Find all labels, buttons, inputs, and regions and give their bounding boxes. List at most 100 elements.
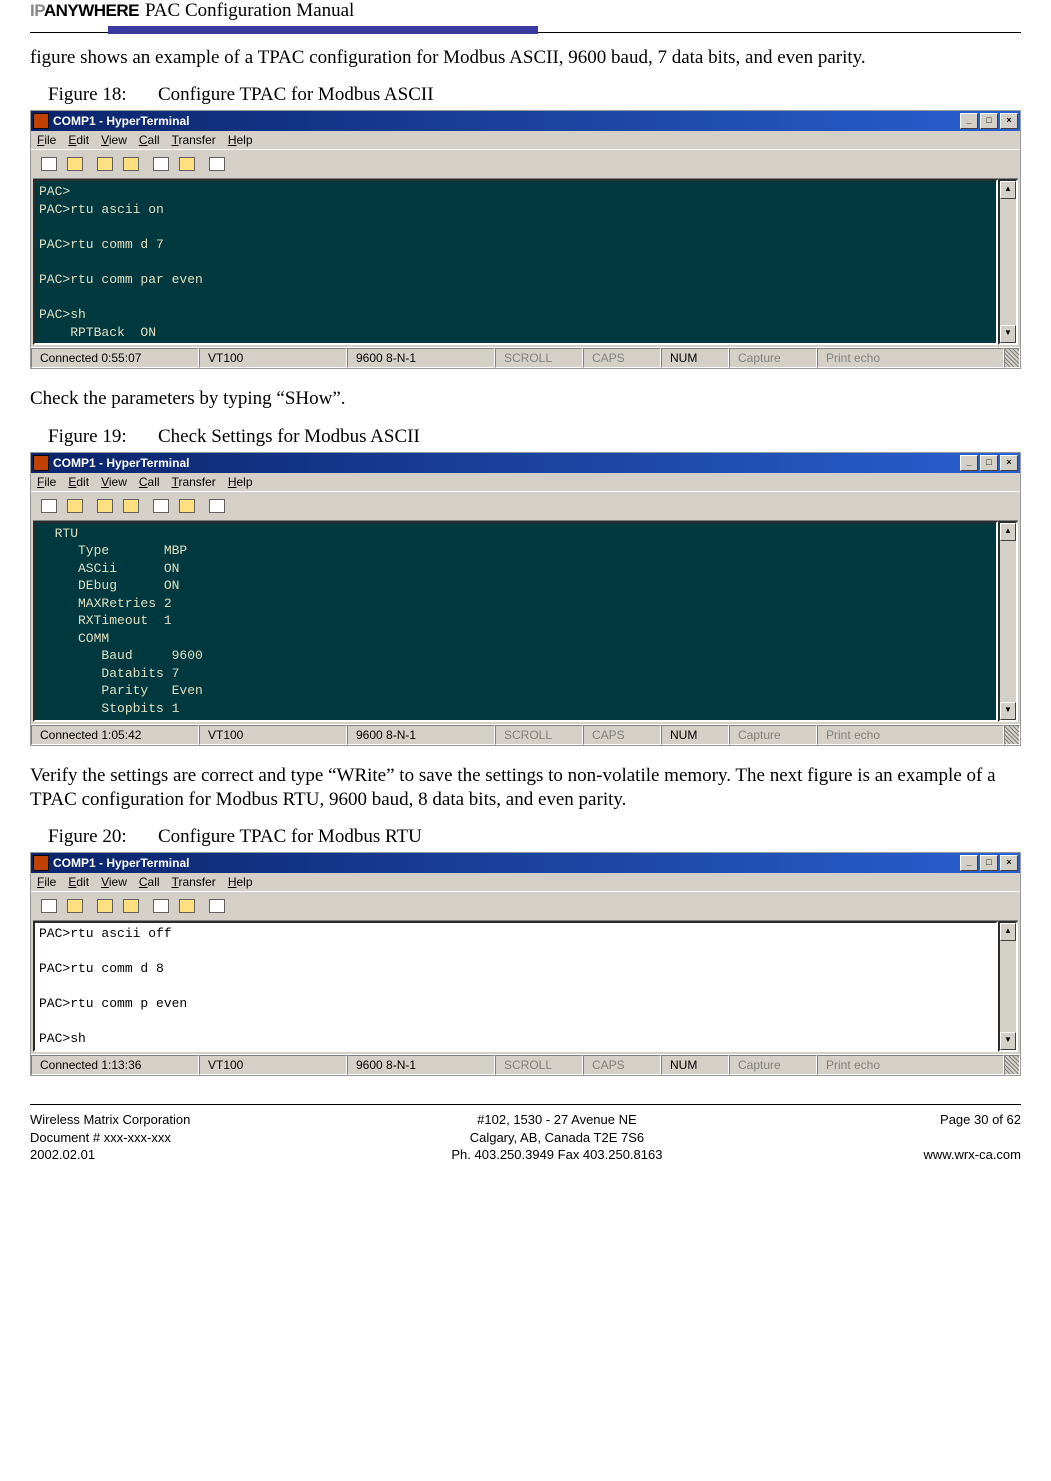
figure-caption-20: Figure 20:Configure TPAC for Modbus RTU [48, 826, 1021, 848]
scrollbar-vertical[interactable]: ▲ ▼ [998, 521, 1018, 722]
menu-transfer[interactable]: Transfer [172, 475, 216, 489]
status-serial: 9600 8-N-1 [347, 725, 495, 745]
toolbar-disconnect-icon[interactable] [119, 495, 143, 517]
app-icon [33, 855, 49, 871]
resize-grip-icon[interactable] [1004, 725, 1020, 745]
menu-help[interactable]: Help [228, 875, 253, 889]
close-button[interactable]: × [1000, 113, 1018, 129]
terminal-output[interactable]: RTU Type MBP ASCii ON DEbug ON MAXRetrie… [33, 521, 998, 722]
menu-edit[interactable]: Edit [68, 875, 89, 889]
scroll-up-icon[interactable]: ▲ [1000, 523, 1016, 541]
status-scroll: SCROLL [495, 348, 583, 368]
toolbar-disconnect-icon[interactable] [119, 153, 143, 175]
toolbar-new-icon[interactable] [37, 495, 61, 517]
toolbar-connect-icon[interactable] [93, 153, 117, 175]
menu-file[interactable]: File [37, 475, 56, 489]
menu-call[interactable]: Call [139, 875, 160, 889]
figure-caption-19: Figure 19:Check Settings for Modbus ASCI… [48, 426, 1021, 448]
scrollbar-vertical[interactable]: ▲ ▼ [998, 921, 1018, 1052]
toolbar-new-icon[interactable] [37, 895, 61, 917]
menu-file[interactable]: File [37, 875, 56, 889]
toolbar [31, 149, 1020, 178]
toolbar-send-icon[interactable] [149, 895, 173, 917]
resize-grip-icon[interactable] [1004, 348, 1020, 368]
status-printecho: Print echo [817, 725, 1004, 745]
terminal-output[interactable]: PAC> PAC>rtu ascii on PAC>rtu comm d 7 P… [33, 179, 998, 345]
menu-bar: File Edit View Call Transfer Help [31, 473, 1020, 491]
page-header: IPANYWHERE PAC Configuration Manual [30, 0, 1021, 22]
window-titlebar[interactable]: COMP1 - HyperTerminal _ □ × [31, 453, 1020, 473]
menu-transfer[interactable]: Transfer [172, 133, 216, 147]
maximize-button[interactable]: □ [980, 455, 998, 471]
maximize-button[interactable]: □ [980, 855, 998, 871]
window-title: COMP1 - HyperTerminal [53, 856, 960, 870]
toolbar-receive-icon[interactable] [175, 495, 199, 517]
status-emulation: VT100 [199, 348, 347, 368]
status-bar: Connected 1:13:36 VT100 9600 8-N-1 SCROL… [31, 1054, 1020, 1075]
window-title: COMP1 - HyperTerminal [53, 114, 960, 128]
menu-view[interactable]: View [101, 133, 127, 147]
status-capture: Capture [729, 725, 817, 745]
toolbar-properties-icon[interactable] [205, 495, 229, 517]
toolbar [31, 491, 1020, 520]
menu-call[interactable]: Call [139, 475, 160, 489]
close-button[interactable]: × [1000, 455, 1018, 471]
status-caps: CAPS [583, 348, 661, 368]
scroll-up-icon[interactable]: ▲ [1000, 923, 1016, 941]
toolbar-receive-icon[interactable] [175, 895, 199, 917]
scroll-down-icon[interactable]: ▼ [1000, 702, 1016, 720]
toolbar-disconnect-icon[interactable] [119, 895, 143, 917]
toolbar-properties-icon[interactable] [205, 895, 229, 917]
resize-grip-icon[interactable] [1004, 1055, 1020, 1075]
status-emulation: VT100 [199, 1055, 347, 1075]
app-icon [33, 113, 49, 129]
status-num: NUM [661, 1055, 729, 1075]
status-emulation: VT100 [199, 725, 347, 745]
menu-edit[interactable]: Edit [68, 475, 89, 489]
status-serial: 9600 8-N-1 [347, 348, 495, 368]
toolbar-send-icon[interactable] [149, 495, 173, 517]
status-scroll: SCROLL [495, 1055, 583, 1075]
scrollbar-vertical[interactable]: ▲ ▼ [998, 179, 1018, 345]
menu-edit[interactable]: Edit [68, 133, 89, 147]
status-scroll: SCROLL [495, 725, 583, 745]
status-num: NUM [661, 725, 729, 745]
toolbar-connect-icon[interactable] [93, 495, 117, 517]
terminal-output[interactable]: PAC>rtu ascii off PAC>rtu comm d 8 PAC>r… [33, 921, 998, 1052]
window-titlebar[interactable]: COMP1 - HyperTerminal _ □ × [31, 853, 1020, 873]
toolbar-properties-icon[interactable] [205, 153, 229, 175]
scroll-up-icon[interactable]: ▲ [1000, 181, 1016, 199]
toolbar-connect-icon[interactable] [93, 895, 117, 917]
toolbar-open-icon[interactable] [63, 495, 87, 517]
status-connected: Connected 1:13:36 [31, 1055, 199, 1075]
close-button[interactable]: × [1000, 855, 1018, 871]
minimize-button[interactable]: _ [960, 855, 978, 871]
toolbar-open-icon[interactable] [63, 153, 87, 175]
minimize-button[interactable]: _ [960, 113, 978, 129]
figure-caption-18: Figure 18:Configure TPAC for Modbus ASCI… [48, 84, 1021, 106]
status-capture: Capture [729, 1055, 817, 1075]
toolbar-receive-icon[interactable] [175, 153, 199, 175]
maximize-button[interactable]: □ [980, 113, 998, 129]
menu-help[interactable]: Help [228, 475, 253, 489]
menu-file[interactable]: File [37, 133, 56, 147]
menu-help[interactable]: Help [228, 133, 253, 147]
menu-transfer[interactable]: Transfer [172, 875, 216, 889]
footer-left: Wireless Matrix Corporation Document # x… [30, 1111, 190, 1164]
menu-view[interactable]: View [101, 875, 127, 889]
toolbar-new-icon[interactable] [37, 153, 61, 175]
menu-call[interactable]: Call [139, 133, 160, 147]
window-titlebar[interactable]: COMP1 - HyperTerminal _ □ × [31, 111, 1020, 131]
scroll-down-icon[interactable]: ▼ [1000, 1032, 1016, 1050]
screenshot-hyperterminal-19: COMP1 - HyperTerminal _ □ × File Edit Vi… [30, 452, 1021, 746]
status-num: NUM [661, 348, 729, 368]
body-paragraph: figure shows an example of a TPAC config… [30, 46, 1021, 70]
toolbar-send-icon[interactable] [149, 153, 173, 175]
toolbar [31, 891, 1020, 920]
toolbar-open-icon[interactable] [63, 895, 87, 917]
scroll-down-icon[interactable]: ▼ [1000, 325, 1016, 343]
status-caps: CAPS [583, 1055, 661, 1075]
minimize-button[interactable]: _ [960, 455, 978, 471]
menu-view[interactable]: View [101, 475, 127, 489]
document-title: PAC Configuration Manual [145, 0, 354, 22]
